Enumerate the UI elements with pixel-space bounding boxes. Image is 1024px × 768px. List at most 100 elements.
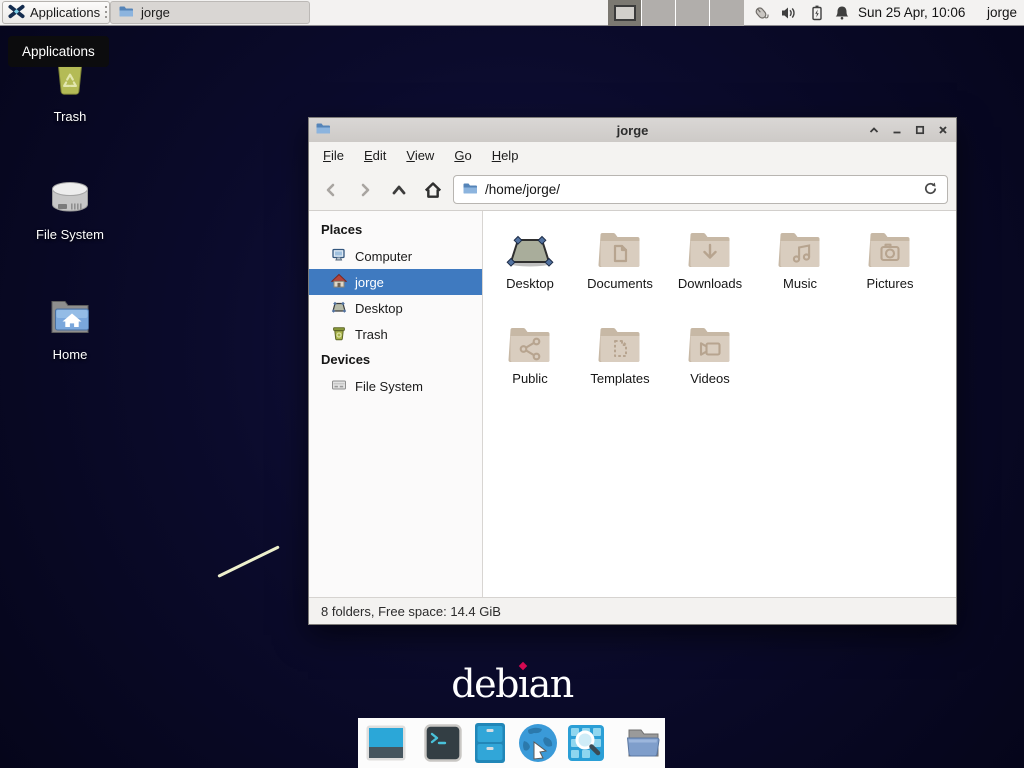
applications-menu-label: Applications	[30, 5, 100, 20]
applications-menu-button[interactable]: Applications	[2, 1, 110, 24]
taskbar-window-button[interactable]: jorge	[110, 1, 310, 24]
minimize-button[interactable]	[890, 123, 904, 137]
tasklist-handle[interactable]	[105, 6, 107, 20]
file-view: Desktop Documents	[483, 211, 956, 597]
folder-templates-icon	[596, 321, 644, 369]
sidebar-item-label: Desktop	[355, 301, 403, 316]
folder-public-icon	[506, 321, 554, 369]
panel-user-button[interactable]: jorge	[987, 0, 1017, 26]
computer-icon	[331, 247, 347, 266]
home-button[interactable]	[419, 176, 447, 204]
devices-header: Devices	[309, 347, 482, 373]
file-item-templates[interactable]: Templates	[575, 321, 665, 416]
workspace-pager	[608, 0, 744, 26]
hard-drive-icon	[46, 172, 94, 220]
battery-icon[interactable]	[808, 4, 826, 22]
folder-documents-icon	[596, 226, 644, 274]
folder-downloads-icon	[686, 226, 734, 274]
maximize-button[interactable]	[913, 123, 927, 137]
file-item-label: Desktop	[506, 276, 554, 291]
taskbar-window-label: jorge	[141, 5, 170, 20]
file-item-label: Documents	[587, 276, 653, 291]
file-item-label: Templates	[590, 371, 649, 386]
window-titlebar[interactable]: jorge	[309, 118, 956, 142]
toolbar: /home/jorge/	[309, 169, 956, 211]
desktop-icon-label: File System	[36, 227, 104, 242]
file-cabinet-icon[interactable]	[471, 722, 509, 764]
places-sidebar: Places Computer	[309, 211, 483, 597]
shade-button[interactable]	[867, 123, 881, 137]
sidebar-item-label: jorge	[355, 275, 384, 290]
application-finder-icon[interactable]	[567, 724, 605, 762]
menu-file[interactable]: File	[313, 142, 354, 169]
sidebar-item-label: File System	[355, 379, 423, 394]
menu-edit[interactable]: Edit	[354, 142, 396, 169]
file-item-documents[interactable]: Documents	[575, 226, 665, 321]
trash-mini-icon	[331, 325, 347, 344]
applications-tooltip: Applications	[8, 36, 109, 67]
file-item-public[interactable]: Public	[485, 321, 575, 416]
debian-logo-text: an	[529, 662, 573, 706]
volume-icon[interactable]	[780, 4, 798, 22]
debian-logo-text: deb	[451, 662, 518, 706]
sidebar-item-computer[interactable]: Computer	[309, 243, 482, 269]
file-manager-window: jorge File Edit View Go Help	[308, 117, 957, 625]
forward-button[interactable]	[351, 176, 379, 204]
folder-icon	[118, 3, 134, 22]
sidebar-item-label: Trash	[355, 327, 388, 342]
file-item-label: Downloads	[678, 276, 742, 291]
file-item-downloads[interactable]: Downloads	[665, 226, 755, 321]
panel-clock[interactable]: Sun 25 Apr, 10:06	[858, 0, 965, 26]
desktop-icon-home[interactable]: Home	[18, 292, 122, 362]
sidebar-item-label: Computer	[355, 249, 412, 264]
workspace-3[interactable]	[676, 0, 710, 26]
debian-logo-i: ı	[518, 662, 529, 706]
sidebar-item-file-system[interactable]: File System	[309, 373, 482, 399]
location-folder-icon	[462, 180, 478, 199]
desktop-mini-icon	[331, 299, 347, 318]
sidebar-item-trash[interactable]: Trash	[309, 321, 482, 347]
menu-view[interactable]: View	[396, 142, 444, 169]
back-button[interactable]	[317, 176, 345, 204]
menu-help[interactable]: Help	[482, 142, 529, 169]
reload-icon[interactable]	[922, 180, 939, 200]
desktop-icon-file-system[interactable]: File System	[18, 172, 122, 242]
bottom-dock	[358, 718, 665, 768]
top-panel: Applications jorge	[0, 0, 1024, 26]
workspace-window-preview	[614, 5, 636, 21]
notifications-bell-icon[interactable]	[833, 4, 851, 22]
file-item-label: Pictures	[867, 276, 914, 291]
menu-go[interactable]: Go	[444, 142, 481, 169]
folder-pictures-icon	[866, 226, 914, 274]
location-bar[interactable]: /home/jorge/	[453, 175, 948, 204]
location-path[interactable]: /home/jorge/	[485, 182, 560, 197]
sidebar-item-desktop[interactable]: Desktop	[309, 295, 482, 321]
close-button[interactable]	[936, 123, 950, 137]
window-title: jorge	[309, 123, 956, 138]
menu-bar: File Edit View Go Help	[309, 142, 956, 169]
up-button[interactable]	[385, 176, 413, 204]
workspace-2[interactable]	[642, 0, 676, 26]
terminal-icon[interactable]	[424, 724, 462, 762]
file-item-label: Videos	[690, 371, 730, 386]
drive-mini-icon	[331, 377, 347, 396]
mouse-icon[interactable]	[752, 4, 770, 22]
desktop-special-icon	[506, 226, 554, 274]
file-item-desktop[interactable]: Desktop	[485, 226, 575, 321]
status-text: 8 folders, Free space: 14.4 GiB	[321, 604, 501, 619]
folder-dock-icon[interactable]	[623, 724, 663, 762]
sidebar-item-jorge[interactable]: jorge	[309, 269, 482, 295]
workspace-4[interactable]	[710, 0, 744, 26]
show-desktop-icon[interactable]	[366, 725, 406, 761]
stray-line-artifact	[217, 545, 279, 578]
folder-videos-icon	[686, 321, 734, 369]
desktop-icon-label: Home	[53, 347, 88, 362]
file-item-videos[interactable]: Videos	[665, 321, 755, 416]
home-icon	[331, 273, 347, 292]
file-item-pictures[interactable]: Pictures	[845, 226, 935, 321]
file-item-music[interactable]: Music	[755, 226, 845, 321]
web-browser-globe-icon[interactable]	[518, 723, 558, 763]
workspace-1[interactable]	[608, 0, 642, 26]
places-header: Places	[309, 217, 482, 243]
desktop-icon-label: Trash	[54, 109, 87, 124]
